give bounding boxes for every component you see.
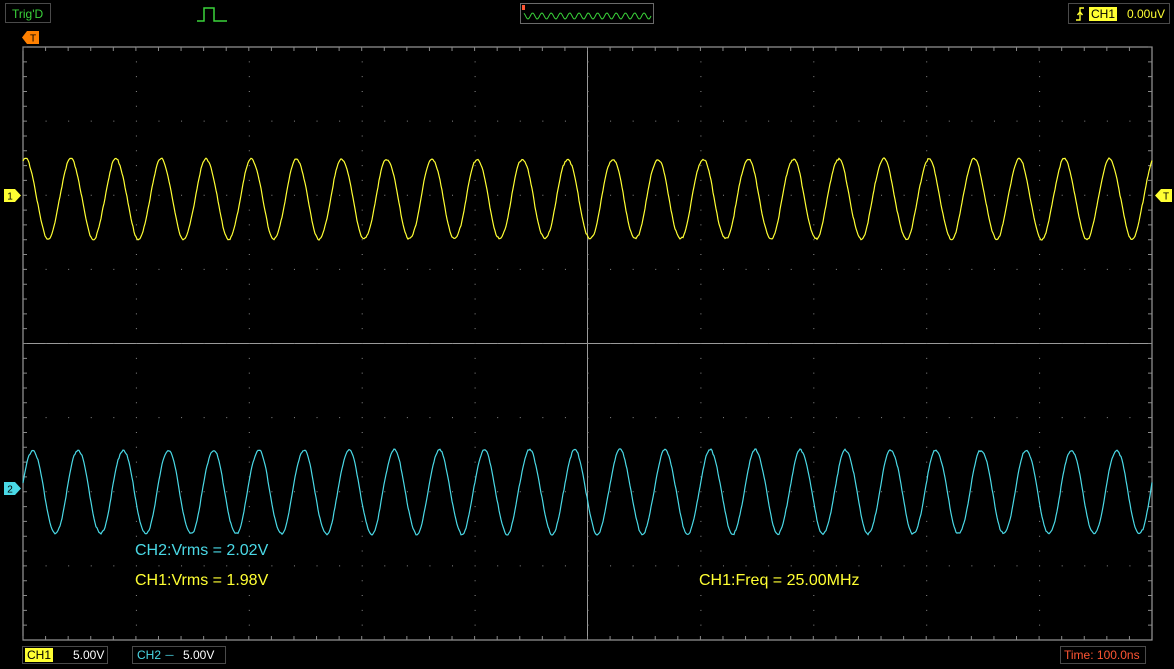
- trigger-level-marker[interactable]: T: [1155, 189, 1172, 202]
- ch2-volts-div: 5.00V: [183, 648, 215, 662]
- ch2-coupling-icon: ----: [165, 650, 174, 660]
- graticule-dots: [23, 46, 1131, 626]
- ch2-offset-marker[interactable]: 2: [4, 482, 22, 495]
- ch1-label: CH1: [25, 648, 54, 662]
- oscilloscope-window: Trig'D CH1 0.00uV T 1 T 2 CH2:Vrms = 2.0…: [0, 0, 1174, 669]
- overview-waveform: [523, 12, 652, 20]
- overview-trace: [522, 5, 652, 20]
- bottom-status-bar: CH1 ---- 5.00V CH2 ---- 5.00V Time: 100.…: [0, 643, 1174, 669]
- single-pulse-icon[interactable]: [196, 5, 228, 23]
- trigger-level-marker-label: T: [1163, 192, 1169, 203]
- ch2-label: CH2: [137, 648, 162, 662]
- ch1-vrms-readout: CH1:Vrms = 1.98V: [135, 572, 269, 589]
- ch2-marker-label: 2: [7, 485, 13, 496]
- ch2-settings[interactable]: CH2 ---- 5.00V: [132, 646, 226, 664]
- ch1-marker-label: 1: [7, 192, 13, 203]
- ch1-volts-div: 5.00V: [73, 648, 105, 662]
- waveform-overview[interactable]: [520, 3, 654, 24]
- trigger-marker-label: T: [30, 34, 36, 45]
- trigger-level[interactable]: 0.00uV: [1127, 7, 1165, 21]
- ch1-coupling-icon: ----: [53, 650, 62, 660]
- trigger-source[interactable]: CH1: [1089, 7, 1118, 21]
- rising-edge-icon[interactable]: [1074, 6, 1086, 22]
- trigger-position-marker[interactable]: T: [22, 31, 39, 44]
- ch1-freq-readout: CH1:Freq = 25.00MHz: [699, 572, 860, 589]
- trigger-status: Trig'D: [5, 3, 51, 23]
- ch2-vrms-readout: CH2:Vrms = 2.02V: [135, 542, 269, 559]
- scope-display[interactable]: [0, 0, 1174, 669]
- ch1-offset-marker[interactable]: 1: [4, 189, 22, 202]
- timebase-readout[interactable]: Time: 100.0ns: [1060, 646, 1146, 664]
- top-status-bar: Trig'D CH1 0.00uV: [0, 0, 1174, 28]
- overview-window-marker: [522, 5, 525, 10]
- ch2-waveform: [22, 448, 1153, 536]
- ch1-waveform: [22, 157, 1153, 241]
- ch1-settings[interactable]: CH1 ---- 5.00V: [22, 646, 108, 664]
